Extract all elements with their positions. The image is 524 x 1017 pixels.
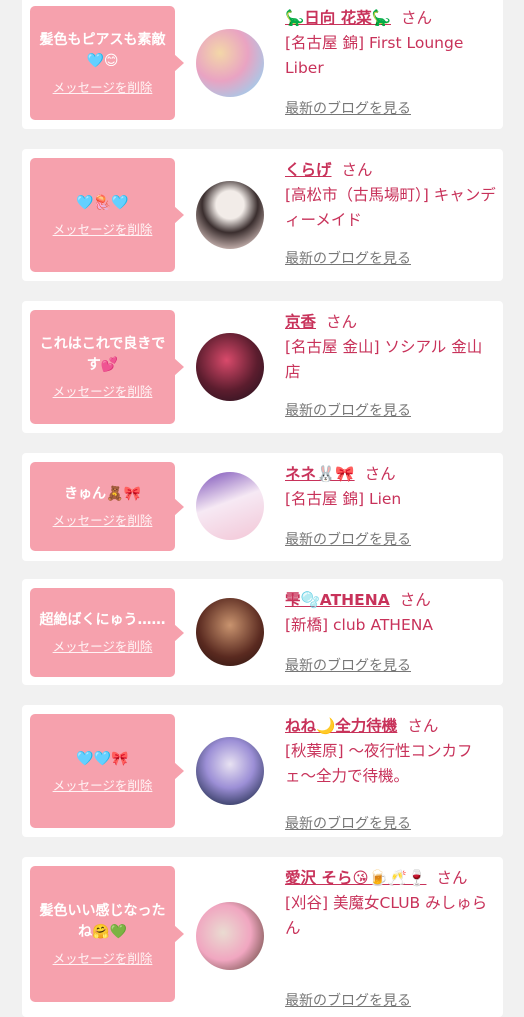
message-list: 髪色もピアスも素敵🩵😊 メッセージを削除 🦕日向 花菜🦕 さん [名古屋 錦] F… [0, 0, 524, 1017]
message-bubble: これはこれで良きです💕 メッセージを削除 [30, 310, 184, 424]
cast-info: ねね🌙全力待機 さん [秋葉原] 〜夜行性コンカフェ〜全力で待機。 最新のブログを… [285, 714, 497, 832]
honorific: さん [341, 161, 373, 179]
delete-message-link[interactable]: メッセージを削除 [53, 381, 153, 400]
shop-name: [名古屋 錦] Lien [285, 490, 402, 508]
avatar[interactable] [196, 598, 264, 666]
list-item: 🩵🩵🎀 メッセージを削除 ねね🌙全力待機 さん [秋葉原] 〜夜行性コンカフェ〜全… [22, 705, 503, 837]
cast-name-link[interactable]: くらげ [285, 161, 332, 179]
shop-name: [名古屋 錦] First Lounge Liber [285, 34, 464, 77]
list-item: 髪色もピアスも素敵🩵😊 メッセージを削除 🦕日向 花菜🦕 さん [名古屋 錦] F… [22, 0, 503, 129]
latest-blog-link[interactable]: 最新のブログを見る [285, 655, 411, 675]
latest-blog-link[interactable]: 最新のブログを見る [285, 248, 411, 268]
cast-name-link[interactable]: ねね🌙全力待機 [285, 717, 397, 735]
avatar[interactable] [196, 181, 264, 249]
message-text: 超絶ばくにゅう…… [39, 612, 166, 628]
list-item: 髪色いい感じなったね🤗💚 メッセージを削除 愛沢 そら😘🍺🥂🍷 さん [刈谷] 美… [22, 857, 503, 1017]
delete-message-link[interactable]: メッセージを削除 [53, 77, 153, 96]
message-bubble: 髪色もピアスも素敵🩵😊 メッセージを削除 [30, 6, 184, 120]
cast-name-link[interactable]: 京香 [285, 313, 316, 331]
message-bubble: 超絶ばくにゅう…… メッセージを削除 [30, 588, 184, 677]
delete-message-link[interactable]: メッセージを削除 [53, 510, 153, 529]
cast-info: 🦕日向 花菜🦕 さん [名古屋 錦] First Lounge Liber 最新の… [285, 6, 497, 117]
cast-info: 京香 さん [名古屋 金山] ソシアル 金山店 最新のブログを見る [285, 310, 497, 419]
list-item: これはこれで良きです💕 メッセージを削除 京香 さん [名古屋 金山] ソシアル … [22, 301, 503, 433]
cast-info: くらげ さん [高松市（古馬場町）] キャンディーメイド 最新のブログを見る [285, 158, 497, 267]
avatar[interactable] [196, 333, 264, 401]
cast-name-link[interactable]: ネネ🐰🎀 [285, 465, 355, 483]
cast-info: 雫🫧ATHENA さん [新橋] club ATHENA 最新のブログを見る [285, 588, 497, 674]
honorific: さん [399, 591, 431, 609]
cast-info: 愛沢 そら😘🍺🥂🍷 さん [刈谷] 美魔女CLUB みしゅらん 最新のブログを見る [285, 866, 497, 1009]
message-text: 髪色もピアスも素敵🩵😊 [39, 32, 166, 69]
avatar[interactable] [196, 737, 264, 805]
list-item: 🩵🪼🩵 メッセージを削除 くらげ さん [高松市（古馬場町）] キャンディーメイド… [22, 149, 503, 281]
honorific: さん [401, 9, 433, 27]
avatar[interactable] [196, 472, 264, 540]
cast-name-link[interactable]: 🦕日向 花菜🦕 [285, 9, 391, 27]
message-bubble: きゅん🧸🎀 メッセージを削除 [30, 462, 184, 551]
message-text: 髪色いい感じなったね🤗💚 [39, 903, 166, 940]
latest-blog-link[interactable]: 最新のブログを見る [285, 990, 411, 1010]
avatar[interactable] [196, 29, 264, 97]
cast-name-link[interactable]: 愛沢 そら😘🍺🥂🍷 [285, 869, 426, 887]
shop-name: [秋葉原] 〜夜行性コンカフェ〜全力で待機。 [285, 742, 473, 785]
avatar[interactable] [196, 902, 264, 970]
message-text: これはこれで良きです💕 [39, 336, 166, 373]
shop-name: [新橋] club ATHENA [285, 616, 433, 634]
honorific: さん [364, 465, 396, 483]
shop-name: [刈谷] 美魔女CLUB みしゅらん [285, 894, 488, 937]
delete-message-link[interactable]: メッセージを削除 [53, 948, 153, 967]
cast-info: ネネ🐰🎀 さん [名古屋 錦] Lien 最新のブログを見る [285, 462, 497, 548]
message-bubble: 🩵🩵🎀 メッセージを削除 [30, 714, 184, 828]
shop-name: [名古屋 金山] ソシアル 金山店 [285, 338, 483, 381]
latest-blog-link[interactable]: 最新のブログを見る [285, 400, 411, 420]
latest-blog-link[interactable]: 最新のブログを見る [285, 813, 411, 833]
honorific: さん [326, 313, 358, 331]
list-item: きゅん🧸🎀 メッセージを削除 ネネ🐰🎀 さん [名古屋 錦] Lien 最新のブロ… [22, 453, 503, 561]
latest-blog-link[interactable]: 最新のブログを見る [285, 529, 411, 549]
message-bubble: 🩵🪼🩵 メッセージを削除 [30, 158, 184, 272]
list-item: 超絶ばくにゅう…… メッセージを削除 雫🫧ATHENA さん [新橋] club … [22, 579, 503, 685]
delete-message-link[interactable]: メッセージを削除 [53, 219, 153, 238]
shop-name: [高松市（古馬場町）] キャンディーメイド [285, 186, 496, 229]
message-text: 🩵🩵🎀 [76, 750, 129, 767]
message-text: きゅん🧸🎀 [64, 486, 141, 502]
delete-message-link[interactable]: メッセージを削除 [53, 775, 153, 794]
cast-name-link[interactable]: 雫🫧ATHENA [285, 591, 390, 609]
honorific: さん [407, 717, 439, 735]
delete-message-link[interactable]: メッセージを削除 [53, 636, 153, 655]
message-bubble: 髪色いい感じなったね🤗💚 メッセージを削除 [30, 866, 184, 1002]
latest-blog-link[interactable]: 最新のブログを見る [285, 98, 411, 118]
honorific: さん [436, 869, 468, 887]
message-text: 🩵🪼🩵 [76, 194, 129, 211]
